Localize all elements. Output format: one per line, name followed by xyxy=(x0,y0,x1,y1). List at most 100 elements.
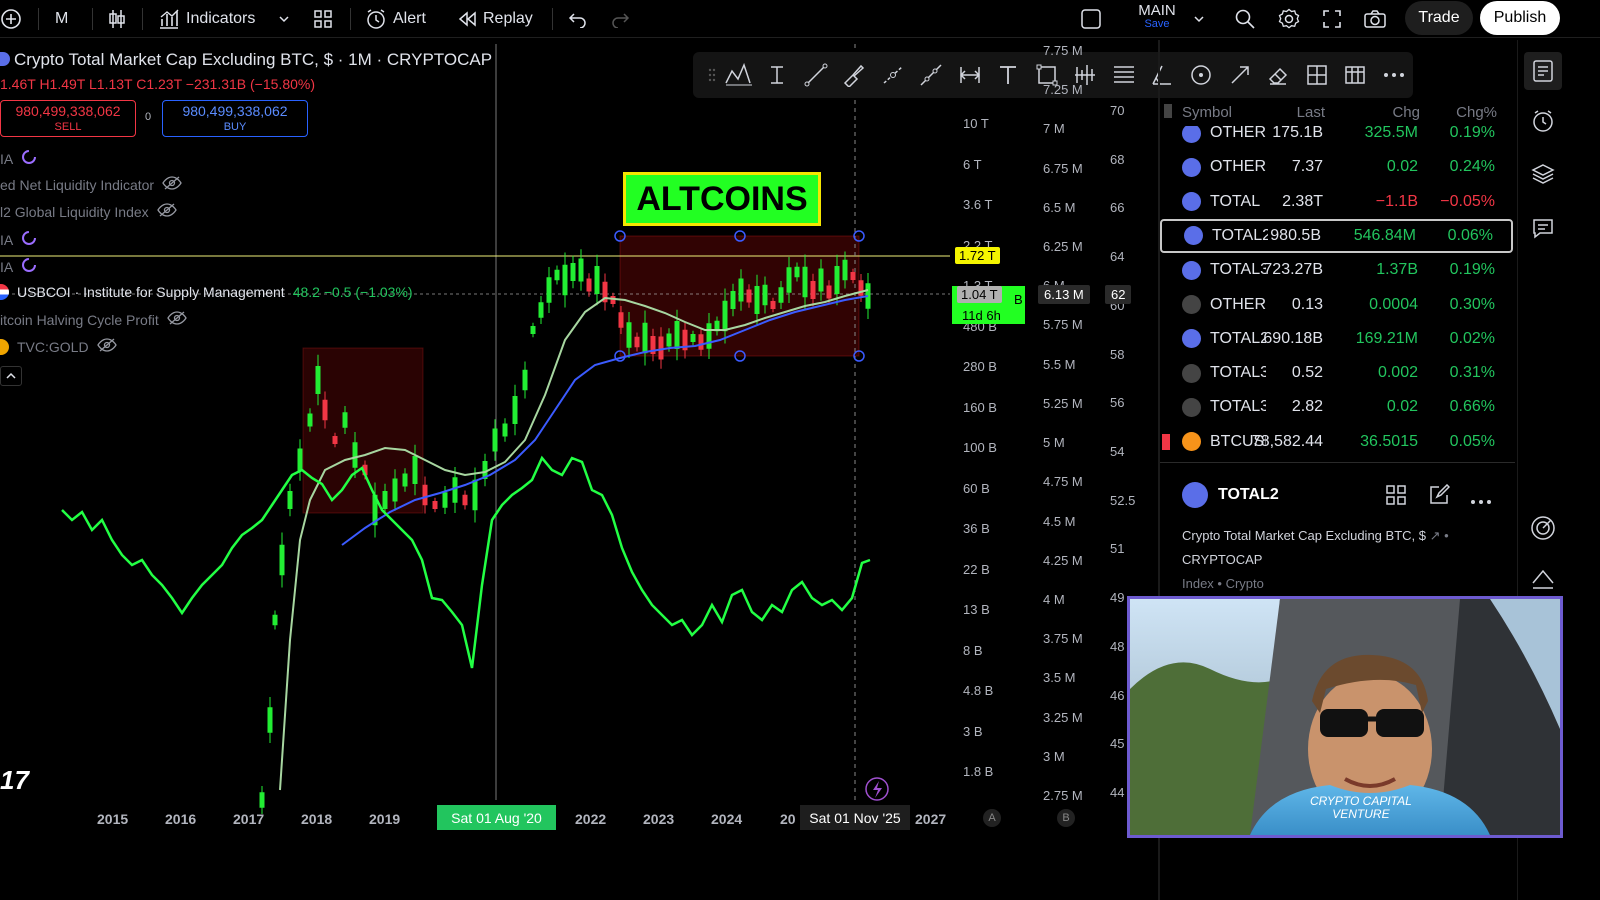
eye-hidden-icon[interactable] xyxy=(156,203,177,220)
last-price: 7.37 xyxy=(1291,158,1323,176)
edit-icon[interactable] xyxy=(1428,483,1451,511)
candle-body xyxy=(738,278,744,302)
price-tick: 3.25 M xyxy=(1043,709,1083,725)
indicator-row-3[interactable]: l2 Global Liquidity Index xyxy=(0,203,177,220)
price-tick: 8 B xyxy=(963,642,983,658)
candle-body xyxy=(802,266,808,298)
ism-indicator-line xyxy=(61,455,871,669)
price-tick: 46 xyxy=(1110,687,1125,703)
watchlist-row[interactable]: TOTAL3 0.52 0.002 0.31% xyxy=(1160,356,1513,390)
eraser-icon[interactable] xyxy=(1259,55,1298,95)
candle-body xyxy=(297,448,303,472)
sell-button[interactable]: 980,499,338,062 SELL xyxy=(0,100,136,137)
more-dots-icon[interactable] xyxy=(1470,492,1492,510)
pattern-tool-icon[interactable] xyxy=(719,55,758,95)
text-tool-icon[interactable] xyxy=(989,55,1028,95)
chart-legend-title[interactable]: Crypto Total Market Cap Excluding BTC, $… xyxy=(0,50,492,70)
fullscreen-button[interactable] xyxy=(1322,4,1342,34)
change-percent: 0.05% xyxy=(1449,432,1495,450)
candle-body xyxy=(578,258,584,282)
time-tick: 2024 xyxy=(711,811,743,827)
measure-icon[interactable] xyxy=(951,55,990,95)
candle-body xyxy=(722,300,728,332)
indicator-row-1[interactable]: IA xyxy=(0,149,37,168)
arrow-tool-icon[interactable] xyxy=(1220,55,1259,95)
watchlist-icon[interactable] xyxy=(1524,52,1562,90)
more-dots-icon[interactable] xyxy=(1374,55,1413,95)
eye-hidden-icon[interactable] xyxy=(162,176,182,193)
price-tick: 4.25 M xyxy=(1043,552,1083,568)
alerts-clock-icon[interactable] xyxy=(1527,105,1559,137)
col-symbol[interactable]: Symbol xyxy=(1182,104,1232,121)
price-tick: 7.75 M xyxy=(1043,43,1083,58)
angle-tool-icon[interactable] xyxy=(1143,55,1182,95)
watchlist-row[interactable]: TOTAL3 723.27B 1.37B 0.19% xyxy=(1160,253,1513,287)
collapse-legend-button[interactable] xyxy=(0,366,22,386)
candle-body xyxy=(279,544,285,576)
candle-body xyxy=(842,259,848,281)
candle-body xyxy=(834,266,840,294)
fib-retracement-icon[interactable] xyxy=(1105,55,1144,95)
price-tick: 51 xyxy=(1110,541,1125,557)
grid-icon[interactable] xyxy=(1385,484,1407,511)
buy-button[interactable]: 980,499,338,062 BUY xyxy=(162,100,308,137)
symbol-name: TOTAL3 xyxy=(1210,261,1266,279)
details-symbol[interactable]: TOTAL2 xyxy=(1218,486,1279,504)
target-icon[interactable] xyxy=(1527,512,1559,544)
current-date-label: Sat 01 Nov '25 xyxy=(800,805,910,830)
watchlist-row[interactable]: OTHER 7.37 0.02 0.24% xyxy=(1160,150,1513,184)
watchlist-row[interactable]: OTHER 175.1B 325.5M 0.19% xyxy=(1160,126,1513,150)
price-tick: 22 B xyxy=(963,561,990,577)
indicator-row-2[interactable]: ed Net Liquidity Indicator xyxy=(0,176,182,193)
last-price: 690.18B xyxy=(1263,329,1323,347)
circle-target-icon[interactable] xyxy=(1182,55,1221,95)
layers-icon[interactable] xyxy=(1527,158,1559,190)
symbol-name: OTHER xyxy=(1210,295,1266,313)
table-tool-icon[interactable] xyxy=(1336,55,1375,95)
external-link-icon[interactable]: ↗ xyxy=(1430,528,1441,543)
trend-line-icon[interactable] xyxy=(796,55,835,95)
candle-body xyxy=(382,491,388,509)
ideas-icon[interactable] xyxy=(1527,562,1559,594)
eye-hidden-icon[interactable] xyxy=(166,311,187,328)
eye-hidden-icon[interactable] xyxy=(96,338,117,355)
layout-dropdown[interactable] xyxy=(1193,4,1205,34)
indicator-row-5[interactable]: IA xyxy=(0,257,37,276)
watchlist-row[interactable]: TOTAL2 980.5B 546.84M 0.06% xyxy=(1160,218,1513,253)
drag-handle-icon[interactable] xyxy=(705,55,719,95)
watchlist-row[interactable]: TOTAL 2.38T −1.1B −0.05% xyxy=(1160,185,1513,219)
indicator-row-7[interactable]: itcoin Halving Cycle Profit xyxy=(0,311,187,328)
symbol-logo-icon xyxy=(1182,397,1201,417)
change: 169.21M xyxy=(1355,329,1418,347)
marker-b[interactable]: B xyxy=(1057,809,1075,827)
watchlist-row[interactable]: BTCUSD78,582.4436.50150.05% xyxy=(1160,425,1513,459)
extended-line-icon[interactable] xyxy=(912,55,951,95)
marker-a[interactable]: A xyxy=(983,809,1001,827)
gear-icon xyxy=(1278,8,1300,30)
ray-icon[interactable] xyxy=(873,55,912,95)
altcoins-label[interactable]: ALTCOINS xyxy=(623,172,821,226)
col-chgp[interactable]: Chg% xyxy=(1456,104,1497,121)
col-chg[interactable]: Chg xyxy=(1392,104,1420,121)
symbol-name: TOTAL3 xyxy=(1210,364,1266,382)
crosshair-tool-icon[interactable] xyxy=(1297,55,1336,95)
brush-icon[interactable] xyxy=(835,55,874,95)
price-tick: 6.25 M xyxy=(1043,239,1083,255)
quick-search-button[interactable] xyxy=(1234,4,1256,34)
price-tick: 280 B xyxy=(963,359,997,374)
indicator-row-gold[interactable]: TVC:GOLD xyxy=(0,338,117,355)
snapshot-button[interactable] xyxy=(1363,4,1387,34)
publish-button[interactable]: Publish xyxy=(1480,1,1560,35)
trade-button[interactable]: Trade xyxy=(1405,1,1473,35)
settings-button[interactable] xyxy=(1278,4,1300,34)
text-cursor-icon[interactable] xyxy=(758,55,797,95)
chat-icon[interactable] xyxy=(1527,212,1559,244)
indicator-row-ism[interactable]: USBCOI · Institute for Supply Management… xyxy=(0,284,413,300)
col-last[interactable]: Last xyxy=(1297,104,1325,121)
watchlist-row[interactable]: TOTAL3 2.82 0.02 0.66% xyxy=(1160,390,1513,424)
indicator-row-4[interactable]: IA xyxy=(0,230,37,249)
price-tick: 6.75 M xyxy=(1043,160,1083,176)
watchlist-row[interactable]: OTHER 0.13 0.0004 0.30% xyxy=(1160,288,1513,322)
price-tick: 52.5 xyxy=(1110,492,1136,508)
watchlist-row[interactable]: TOTAL2 690.18B 169.21M 0.02% xyxy=(1160,322,1513,356)
